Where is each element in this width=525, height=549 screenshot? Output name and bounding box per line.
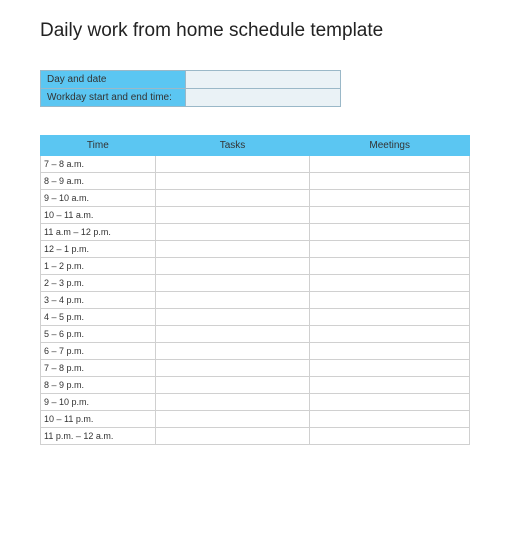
column-header-meetings: Meetings (310, 136, 470, 156)
workday-time-label: Workday start and end time: (41, 89, 186, 107)
tasks-cell[interactable] (155, 343, 310, 360)
tasks-cell[interactable] (155, 394, 310, 411)
table-row: 2 – 3 p.m. (41, 275, 470, 292)
meetings-cell[interactable] (310, 207, 470, 224)
tasks-cell[interactable] (155, 326, 310, 343)
table-row: 3 – 4 p.m. (41, 292, 470, 309)
time-cell: 9 – 10 a.m. (41, 190, 156, 207)
meetings-cell[interactable] (310, 377, 470, 394)
table-row: 1 – 2 p.m. (41, 258, 470, 275)
meetings-cell[interactable] (310, 224, 470, 241)
time-cell: 3 – 4 p.m. (41, 292, 156, 309)
meetings-cell[interactable] (310, 258, 470, 275)
page-title: Daily work from home schedule template (40, 20, 525, 42)
time-cell: 2 – 3 p.m. (41, 275, 156, 292)
meetings-cell[interactable] (310, 292, 470, 309)
tasks-cell[interactable] (155, 292, 310, 309)
day-date-value[interactable] (186, 71, 341, 89)
document-page: Daily work from home schedule template D… (0, 0, 525, 445)
table-row: 7 – 8 p.m. (41, 360, 470, 377)
time-cell: 12 – 1 p.m. (41, 241, 156, 258)
meetings-cell[interactable] (310, 241, 470, 258)
column-header-time: Time (41, 136, 156, 156)
column-header-tasks: Tasks (155, 136, 310, 156)
time-cell: 8 – 9 p.m. (41, 377, 156, 394)
meetings-cell[interactable] (310, 173, 470, 190)
table-row: 5 – 6 p.m. (41, 326, 470, 343)
meetings-cell[interactable] (310, 411, 470, 428)
meetings-cell[interactable] (310, 309, 470, 326)
time-cell: 10 – 11 a.m. (41, 207, 156, 224)
time-cell: 7 – 8 p.m. (41, 360, 156, 377)
meetings-cell[interactable] (310, 360, 470, 377)
tasks-cell[interactable] (155, 411, 310, 428)
time-cell: 11 a.m – 12 p.m. (41, 224, 156, 241)
meetings-cell[interactable] (310, 156, 470, 173)
time-cell: 4 – 5 p.m. (41, 309, 156, 326)
meetings-cell[interactable] (310, 394, 470, 411)
meetings-cell[interactable] (310, 326, 470, 343)
tasks-cell[interactable] (155, 275, 310, 292)
table-row: 11 p.m. – 12 a.m. (41, 428, 470, 445)
table-row: 12 – 1 p.m. (41, 241, 470, 258)
meetings-cell[interactable] (310, 428, 470, 445)
info-table: Day and date Workday start and end time: (40, 70, 341, 107)
time-cell: 1 – 2 p.m. (41, 258, 156, 275)
time-cell: 7 – 8 a.m. (41, 156, 156, 173)
table-row: 4 – 5 p.m. (41, 309, 470, 326)
table-row: 11 a.m – 12 p.m. (41, 224, 470, 241)
meetings-cell[interactable] (310, 275, 470, 292)
info-row-worktime: Workday start and end time: (41, 89, 341, 107)
time-cell: 11 p.m. – 12 a.m. (41, 428, 156, 445)
tasks-cell[interactable] (155, 190, 310, 207)
time-cell: 6 – 7 p.m. (41, 343, 156, 360)
table-row: 10 – 11 p.m. (41, 411, 470, 428)
table-row: 7 – 8 a.m. (41, 156, 470, 173)
tasks-cell[interactable] (155, 428, 310, 445)
tasks-cell[interactable] (155, 360, 310, 377)
table-row: 9 – 10 p.m. (41, 394, 470, 411)
time-cell: 9 – 10 p.m. (41, 394, 156, 411)
time-cell: 8 – 9 a.m. (41, 173, 156, 190)
time-cell: 10 – 11 p.m. (41, 411, 156, 428)
tasks-cell[interactable] (155, 156, 310, 173)
table-row: 10 – 11 a.m. (41, 207, 470, 224)
table-row: 9 – 10 a.m. (41, 190, 470, 207)
table-row: 6 – 7 p.m. (41, 343, 470, 360)
info-row-day: Day and date (41, 71, 341, 89)
tasks-cell[interactable] (155, 224, 310, 241)
time-cell: 5 – 6 p.m. (41, 326, 156, 343)
tasks-cell[interactable] (155, 207, 310, 224)
tasks-cell[interactable] (155, 241, 310, 258)
table-row: 8 – 9 p.m. (41, 377, 470, 394)
meetings-cell[interactable] (310, 343, 470, 360)
tasks-cell[interactable] (155, 173, 310, 190)
table-row: 8 – 9 a.m. (41, 173, 470, 190)
day-date-label: Day and date (41, 71, 186, 89)
workday-time-value[interactable] (186, 89, 341, 107)
schedule-table: Time Tasks Meetings 7 – 8 a.m.8 – 9 a.m.… (40, 135, 470, 445)
tasks-cell[interactable] (155, 309, 310, 326)
meetings-cell[interactable] (310, 190, 470, 207)
tasks-cell[interactable] (155, 377, 310, 394)
tasks-cell[interactable] (155, 258, 310, 275)
schedule-header-row: Time Tasks Meetings (41, 136, 470, 156)
